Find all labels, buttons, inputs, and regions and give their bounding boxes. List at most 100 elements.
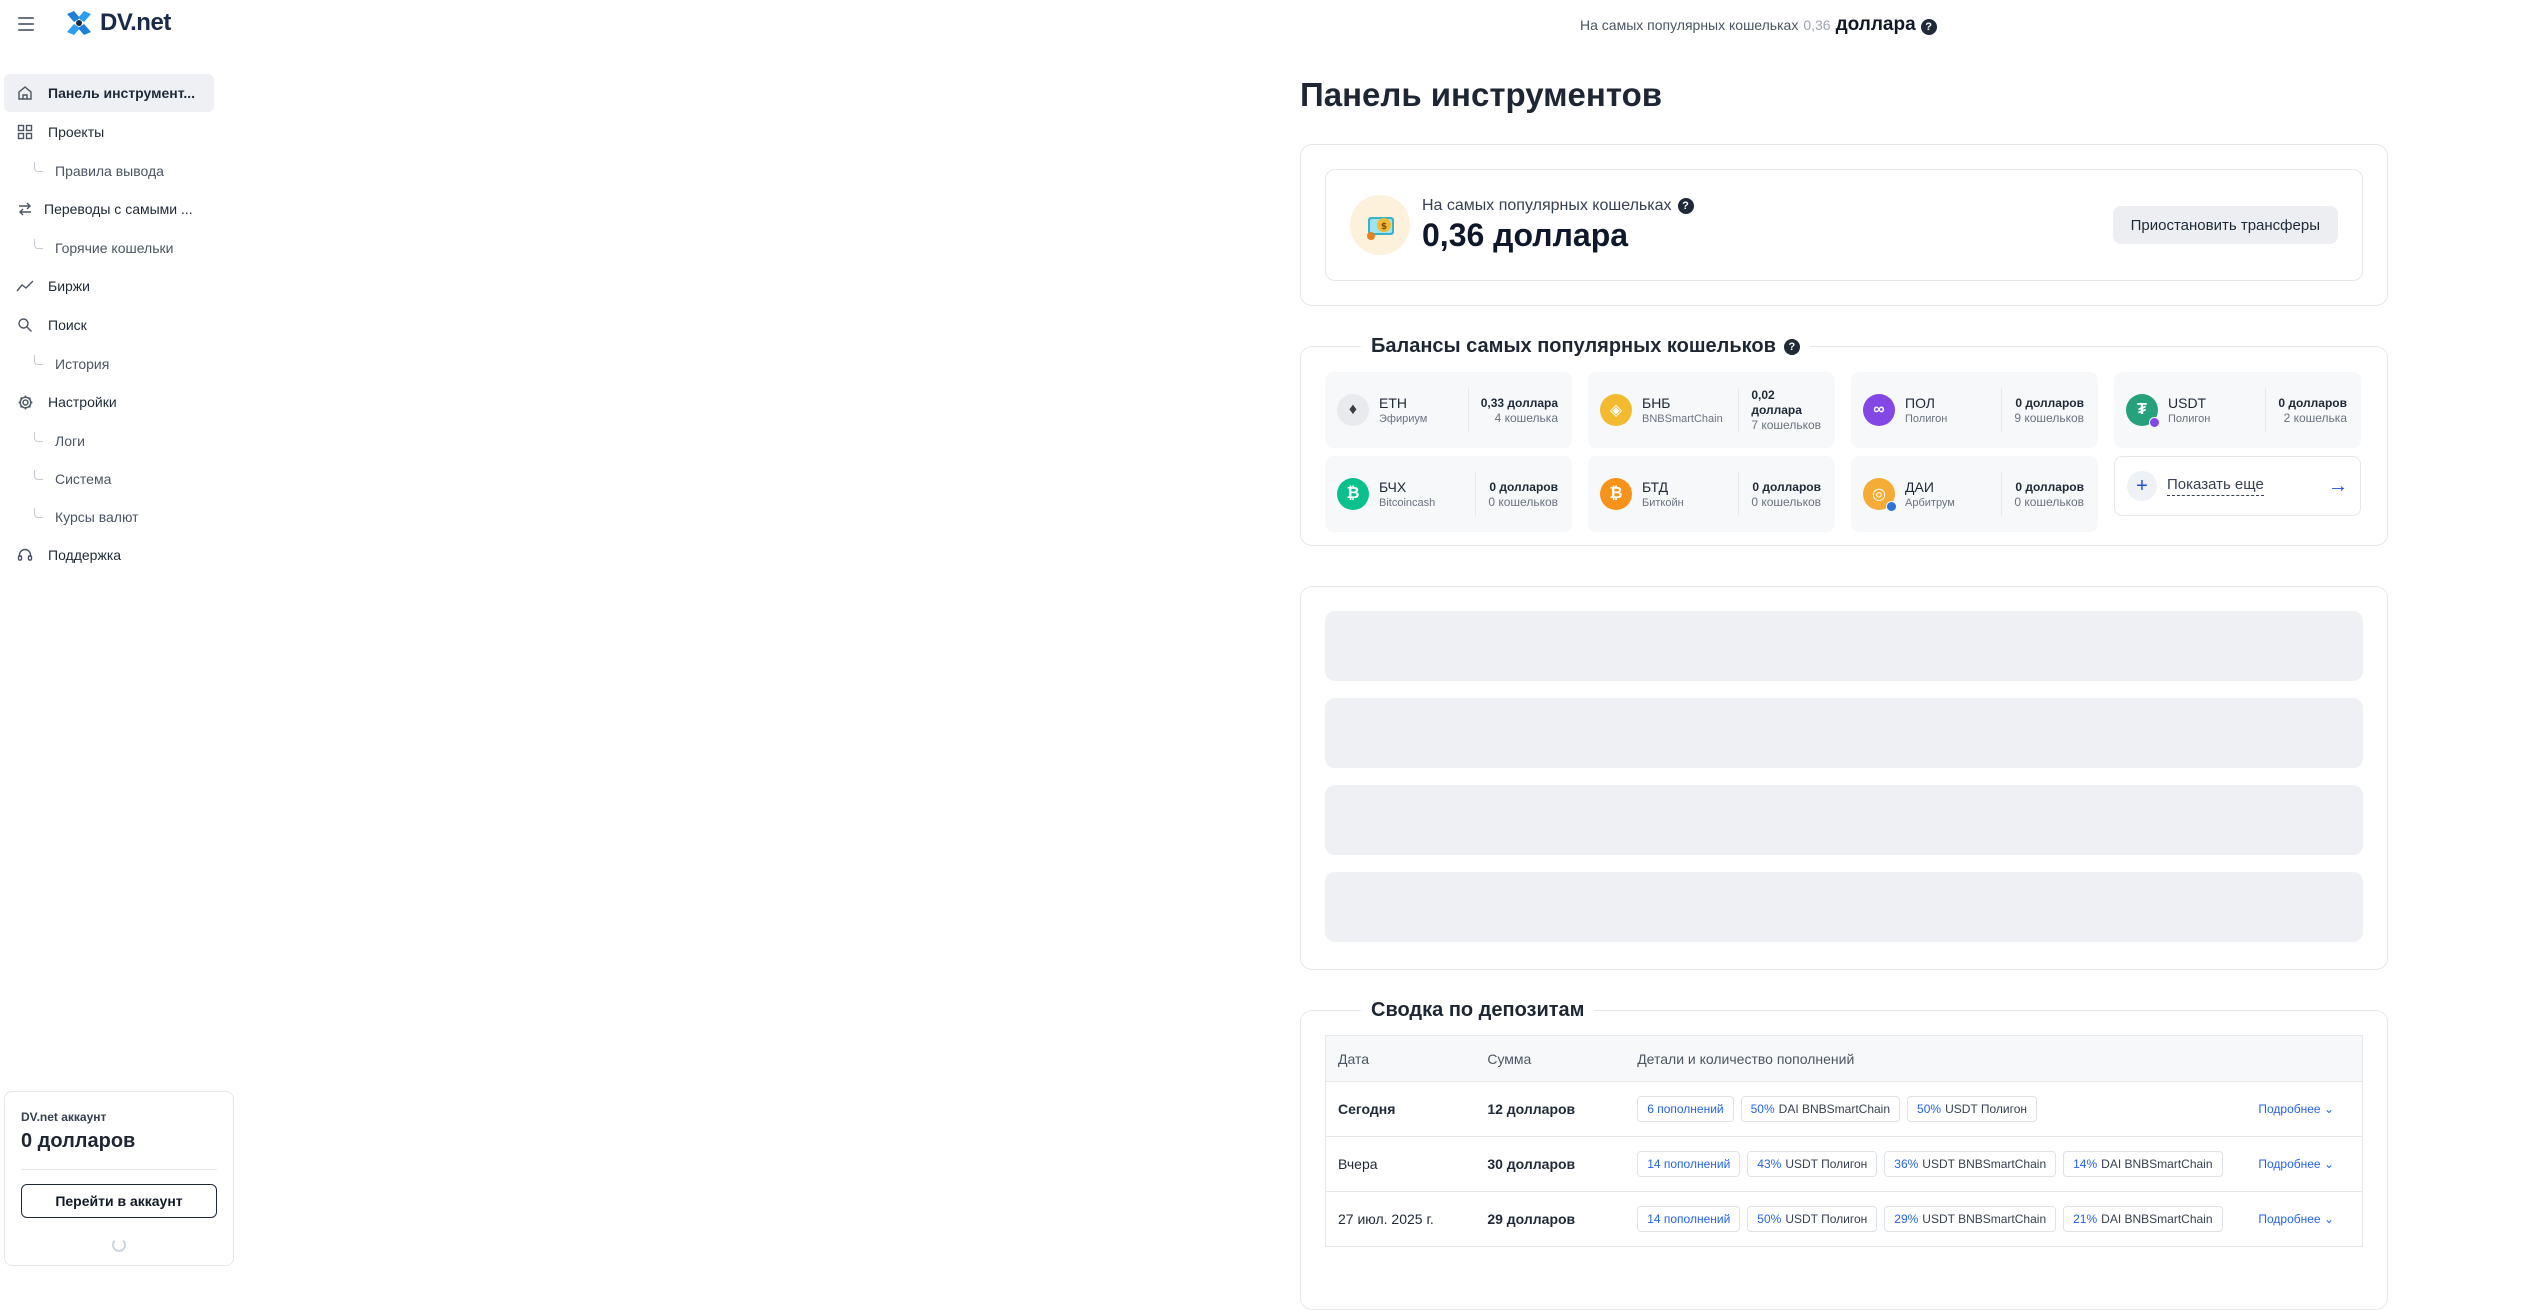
coin-tile[interactable]: ◎ ДАИ Арбитрум 0 долларов 0 кошельков [1851,456,2098,532]
logo-text: DV.net [100,9,171,36]
details-link[interactable]: Подробнее ⌄ [2223,1137,2363,1192]
sidebar-item-label: Логи [55,433,85,449]
coin-wallet-count: 0 кошельков [1751,494,1821,509]
sidebar-item-label: Панель инструмент... [48,85,196,101]
deposit-details: 14 пополнений 43% USDT Полигон 36% USDT BNBS… [1625,1137,2223,1192]
sidebar-item-history[interactable]: История [4,345,214,383]
hot-balance-label: На самых популярных кошельках ? [1422,197,1694,215]
skeleton-row [1325,872,2363,942]
loading-card [1300,586,2388,970]
divider [21,1169,217,1170]
go-to-account-button[interactable]: Перейти в аккаунт [21,1184,217,1218]
show-more-button[interactable]: + Показать еще → [2114,456,2361,516]
sidebar-item-settings[interactable]: Настройки [4,383,214,421]
coin-amount-block: 0 долларов 0 кошельков [1475,472,1558,516]
deposit-share-percent: 50% [1917,1102,1942,1116]
header-hot-balance: На самых популярных кошельках 0,36 долла… [1580,14,1937,36]
deposit-share-asset: USDT BNBSmartChain [1922,1212,2047,1226]
coin-names: ПОЛ Полигон [1905,395,1947,425]
deposit-share-asset: USDT Полигон [1945,1102,2027,1116]
dvnet-logo-icon [67,11,91,35]
plus-icon: + [2127,471,2157,501]
sidebar-item-transfers[interactable]: Переводы с самыми ... [4,190,214,228]
sidebar-item-label: Система [55,471,112,487]
balances-title: Балансы самых популярных кошельков ? [1361,335,1810,358]
chevron-down-icon: ⌄ [2323,1157,2334,1171]
loading-spinner-icon [112,1238,126,1252]
help-icon[interactable]: ? [1783,338,1800,355]
coin-names: БЧХ Bitcoincash [1379,479,1435,509]
sidebar-item-logs[interactable]: Логи [4,422,214,460]
gear-icon [16,393,34,411]
coin-amount: 0 долларов [2015,395,2084,410]
coin-names: USDT Полигон [2168,395,2210,425]
coin-network: Эфириум [1379,413,1428,425]
coin-glyph: ₿ [1609,485,1623,502]
help-icon[interactable]: ? [1677,197,1694,214]
pause-transfers-button[interactable]: Приостановить трансферы [2112,206,2338,244]
deposit-details: 14 пополнений 50% USDT Полигон 29% USDT BNBS… [1625,1192,2223,1247]
coin-amount: 0 долларов [2015,479,2084,494]
details-link[interactable]: Подробнее ⌄ [2223,1082,2363,1137]
coin-names: БНБ BNBSmartChain [1642,395,1723,425]
account-label: DV.net аккаунт [21,1110,107,1124]
coin-icon: ₿ [1600,478,1632,510]
coin-names: ДАИ Арбитрум [1905,479,1955,509]
sidebar-item-rates[interactable]: Курсы валют [4,498,214,536]
tree-elbow-icon [34,355,43,365]
column-header-details: Детали и количество пополнений [1637,1050,1855,1067]
deposit-count-chip: 14 пополнений [1637,1151,1741,1177]
menu-icon[interactable] [18,14,38,34]
sidebar-item-system[interactable]: Система [4,460,214,498]
sidebar-item-projects[interactable]: Проекты [4,113,214,151]
header-hot-number: 0,36 [1803,17,1831,33]
details-label: Подробнее [2258,1157,2321,1171]
coin-names: ETH Эфириум [1379,395,1427,425]
balances-card: Балансы самых популярных кошельков ? ♦ ET… [1300,335,2388,546]
coin-icon: ₮ [2126,394,2160,428]
coin-network: Полигон [2168,413,2211,425]
deposit-date: 27 июл. 2025 г. [1338,1211,1434,1227]
sidebar-item-label: Переводы с самыми ... [44,201,193,217]
deposit-share-chip: 36% USDT BNBSmartChain [1884,1151,2057,1177]
coin-symbol: ДАИ [1905,479,1934,495]
deposit-share-percent: 43% [1757,1157,1782,1171]
coin-grid: ♦ ETH Эфириум 0,33 доллара 4 кошелька ◈ БНБ BNB… [1325,372,2363,532]
coin-tile[interactable]: ₮ USDT Полигон 0 долларов 2 кошелька [2114,372,2361,448]
details-link[interactable]: Подробнее ⌄ [2223,1192,2363,1247]
column-header-sum: Сумма [1487,1050,1532,1067]
deposits-table-body: Сегодня 12 долларов 6 пополнений 50% DAI BNB… [1325,1081,2363,1247]
sidebar-item-search[interactable]: Поиск [4,306,214,344]
deposit-date: Вчера [1338,1156,1378,1172]
deposit-share-asset: USDT BNBSmartChain [1922,1157,2047,1171]
coin-tile[interactable]: ₿ БТД Биткойн 0 долларов 0 кошельков [1588,456,1835,532]
coin-tile[interactable]: ∞ ПОЛ Полигон 0 долларов 9 кошельков [1851,372,2098,448]
deposit-share-chip: 21% DAI BNBSmartChain [2063,1206,2223,1232]
coin-amount: 0 долларов [1752,479,1821,494]
hot-balance-value: 0,36 доллара [1422,216,1629,253]
deposit-share-asset: USDT Полигон [1785,1212,1868,1226]
coin-symbol: ETH [1379,395,1407,411]
sidebar-item-exchanges[interactable]: Биржи [4,267,214,305]
sidebar-item-hot-wallets[interactable]: Горячие кошельки [4,229,214,267]
coin-symbol: ПОЛ [1905,395,1935,411]
wallet-coin-icon: $ [1350,195,1410,255]
coin-network: Биткойн [1642,497,1684,509]
coin-tile[interactable]: ◈ БНБ BNBSmartChain 0,02 доллара 7 кошельков [1588,372,1835,448]
coin-icon: ₿ [1337,478,1369,510]
help-icon[interactable]: ? [1920,19,1937,35]
coin-amount: 0 долларов [1489,479,1558,494]
deposit-count-chip: 6 пополнений [1637,1096,1734,1122]
sidebar-item-dashboard[interactable]: Панель инструмент... [4,74,214,112]
coin-tile[interactable]: ₿ БЧХ Bitcoincash 0 долларов 0 кошельков [1325,456,1572,532]
sidebar-item-withdraw-rules[interactable]: Правила вывода [4,152,214,190]
sidebar-item-support[interactable]: Поддержка [4,536,214,574]
coin-glyph: ◎ [1872,486,1886,503]
home-icon [16,84,34,102]
logo[interactable]: DV.net [64,8,171,38]
hot-balance-label-text: На самых популярных кошельках [1422,196,1672,214]
coin-tile[interactable]: ♦ ETH Эфириум 0,33 доллара 4 кошелька [1325,372,1572,448]
deposits-card: Сводка по депозитам Дата Сумма Детали и … [1300,999,2388,1310]
coin-amount-block: 0,33 доллара 4 кошелька [1467,388,1558,432]
tree-elbow-icon [34,432,43,442]
